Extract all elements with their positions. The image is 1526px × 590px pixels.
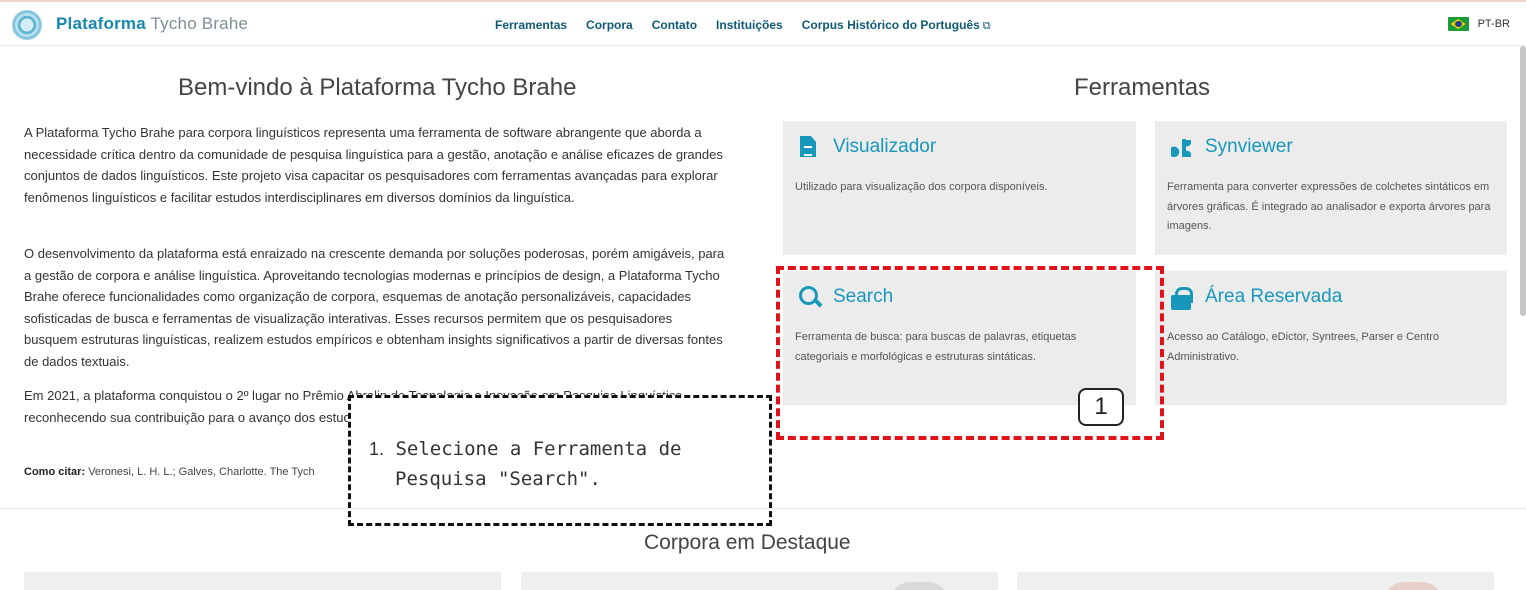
welcome-title: Bem-vindo à Plataforma Tycho Brahe: [178, 74, 577, 101]
tool-description: Acesso ao Catálogo, eDictor, Syntrees, P…: [1167, 331, 1440, 363]
brand-bold: Plataforma: [56, 14, 146, 33]
featured-title: Corpora em Destaque: [644, 531, 851, 554]
tool-description: Ferramenta de busca: para buscas de pala…: [795, 331, 1077, 363]
nav-corpora[interactable]: Corpora: [586, 18, 633, 33]
featured-card-1[interactable]: [24, 572, 501, 590]
tool-card-search[interactable]: Search Ferramenta de busca: para buscas …: [783, 271, 1136, 405]
tool-card-area-reservada[interactable]: Área Reservada Acesso ao Catálogo, eDict…: [1155, 271, 1507, 405]
tool-card-synviewer[interactable]: Synviewer Ferramenta para converter expr…: [1155, 121, 1507, 255]
instruction-number: 1.: [369, 439, 385, 459]
lock-icon: [1169, 285, 1193, 310]
search-icon: [797, 285, 821, 309]
section-divider: [0, 508, 1526, 509]
tool-title: Visualizador: [833, 136, 937, 157]
language-label: PT-BR: [1477, 18, 1510, 30]
citation-text: Veronesi, L. H. L.; Galves, Charlotte. T…: [88, 466, 315, 478]
external-link-icon: ⧉: [982, 20, 991, 32]
step-badge: 1: [1078, 388, 1124, 426]
tools-title: Ferramentas: [1074, 74, 1211, 101]
citation-label: Como citar:: [24, 466, 86, 478]
top-navbar: Plataforma Tycho Brahe Ferramentas Corpo…: [0, 0, 1526, 46]
nav-instituicoes[interactable]: Instituições: [716, 18, 783, 33]
tycho-brahe-logo-icon[interactable]: [12, 10, 42, 40]
nav-corpus-historico-label: Corpus Histórico do Português: [801, 18, 980, 32]
main-nav: Ferramentas Corpora Contato Instituições…: [495, 18, 991, 33]
instruction-line-1: Selecione a Ferramenta de: [395, 438, 682, 460]
instruction-callout: 1. Selecione a Ferramenta de Pesquisa "S…: [348, 395, 772, 526]
nav-contato[interactable]: Contato: [652, 18, 697, 33]
citation: Como citar: Veronesi, L. H. L.; Galves, …: [24, 466, 315, 478]
tool-title: Search: [833, 286, 894, 307]
instruction-line-2: Pesquisa "Search".: [395, 468, 601, 490]
tool-description: Utilizado para visualização dos corpora …: [795, 181, 1048, 193]
intro-paragraph-1: A Plataforma Tycho Brahe para corpora li…: [24, 125, 723, 205]
brand-light: Tycho Brahe: [150, 14, 249, 33]
tool-title: Synviewer: [1205, 136, 1293, 157]
tool-description: Ferramenta para converter expressões de …: [1167, 181, 1491, 232]
document-icon: [797, 135, 821, 159]
page-scrollbar[interactable]: [1520, 46, 1526, 316]
tool-card-visualizador[interactable]: Visualizador Utilizado para visualização…: [783, 121, 1136, 255]
tool-title: Área Reservada: [1205, 286, 1343, 307]
brand-name[interactable]: Plataforma Tycho Brahe: [56, 14, 248, 34]
language-selector[interactable]: PT-BR: [1447, 17, 1510, 31]
instruction-text: 1. Selecione a Ferramenta de Pesquisa "S…: [369, 434, 681, 494]
intro-paragraph-2: O desenvolvimento da plataforma está enr…: [24, 246, 725, 369]
nav-corpus-historico[interactable]: Corpus Histórico do Português ⧉: [802, 18, 991, 33]
brazil-flag-icon: [1447, 17, 1469, 31]
tree-icon: [1169, 135, 1193, 159]
nav-ferramentas[interactable]: Ferramentas: [495, 18, 567, 33]
